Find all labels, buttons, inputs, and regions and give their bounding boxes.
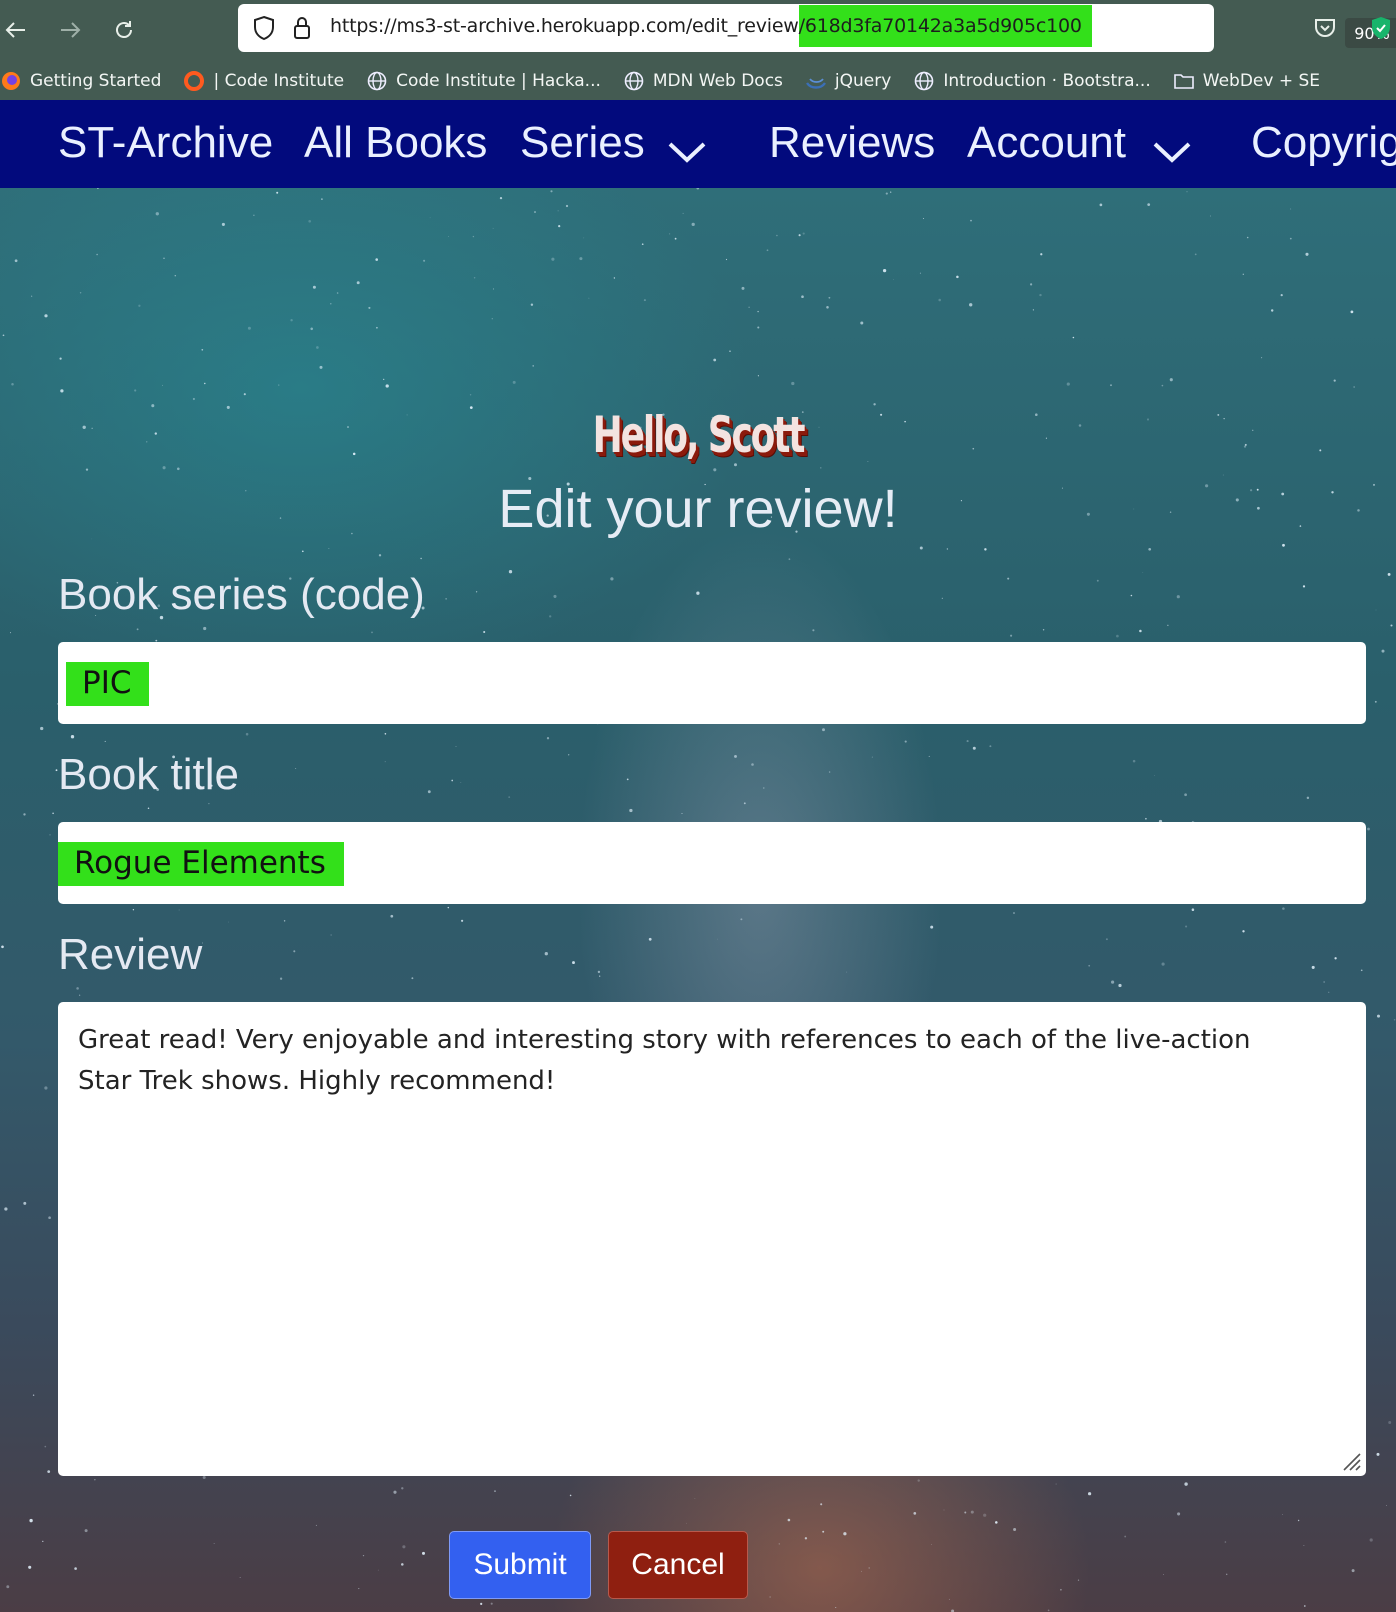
chevron-down-icon[interactable]: [667, 140, 707, 164]
forward-arrow-icon: [61, 22, 81, 38]
bookmark-mdn[interactable]: MDN Web Docs: [623, 70, 783, 92]
globe-icon: [366, 70, 388, 92]
browser-toolbar: https://ms3-st-archive.herokuapp.com/edi…: [0, 0, 1396, 100]
series-input[interactable]: PIC: [58, 642, 1366, 724]
nav-series[interactable]: Series: [520, 118, 645, 168]
bookmark-label: jQuery: [834, 71, 892, 91]
greeting-heading: Hello, Scott: [592, 406, 806, 464]
site-navbar: ST-Archive All Books Series Reviews Acco…: [0, 100, 1396, 188]
jquery-icon: [805, 70, 827, 92]
resize-grip-icon[interactable]: [1340, 1450, 1362, 1472]
nav-copyright[interactable]: Copyrig: [1251, 118, 1396, 168]
globe-icon: [913, 70, 935, 92]
reload-icon: [116, 21, 132, 38]
chevron-down-icon[interactable]: [1152, 140, 1192, 164]
title-value: Rogue Elements: [58, 842, 344, 886]
bookmark-code-institute-hackathon[interactable]: Code Institute | Hacka...: [366, 70, 601, 92]
globe-icon: [623, 70, 645, 92]
starfield-background: Hello, Scott Edit your review! Book seri…: [0, 188, 1396, 1612]
nav-account[interactable]: Account: [967, 118, 1126, 168]
bookmark-code-institute[interactable]: | Code Institute: [183, 70, 344, 92]
folder-icon: [1173, 70, 1195, 92]
page-subtitle: Edit your review!: [498, 479, 898, 539]
pocket-icon[interactable]: [1313, 16, 1337, 40]
review-text: Great read! Very enjoyable and interesti…: [78, 1025, 1251, 1096]
bookmark-label: MDN Web Docs: [652, 71, 783, 91]
extension-shield-icon[interactable]: [1370, 16, 1392, 40]
submit-button[interactable]: Submit: [449, 1531, 591, 1599]
code-institute-icon: [183, 70, 205, 92]
cancel-button[interactable]: Cancel: [608, 1531, 748, 1599]
bookmark-label: WebDev + SE: [1202, 71, 1321, 91]
forward-button[interactable]: [50, 10, 90, 50]
bookmark-label: Getting Started: [30, 71, 162, 91]
firefox-icon: [0, 70, 22, 92]
review-textarea[interactable]: Great read! Very enjoyable and interesti…: [58, 1002, 1366, 1476]
url-highlight: /618d3fa70142a3a5d905c100: [798, 5, 1092, 47]
series-value: PIC: [66, 662, 150, 706]
address-bar[interactable]: https://ms3-st-archive.herokuapp.com/edi…: [238, 4, 1396, 52]
lock-icon[interactable]: [292, 15, 312, 41]
url-prefix: https://ms3-st-archive.herokuapp.com/edi…: [330, 15, 799, 37]
nav-all-books[interactable]: All Books: [304, 118, 487, 168]
bookmark-bootstrap[interactable]: Introduction · Bootstra...: [913, 70, 1151, 92]
bookmark-label: | Code Institute: [213, 71, 345, 91]
tracking-shield-icon[interactable]: [252, 15, 276, 41]
bookmark-getting-started[interactable]: Getting Started: [0, 70, 161, 92]
bookmarks-bar: Getting Started | Code Institute Code In…: [0, 66, 1396, 96]
title-input[interactable]: Rogue Elements: [58, 822, 1366, 904]
series-label: Book series (code): [58, 570, 425, 619]
bookmark-label: Code Institute | Hacka...: [396, 71, 601, 91]
nav-brand[interactable]: ST-Archive: [58, 118, 273, 168]
url-text[interactable]: https://ms3-st-archive.herokuapp.com/edi…: [330, 5, 1092, 47]
bookmark-label: Introduction · Bootstra...: [943, 71, 1151, 91]
back-button[interactable]: [0, 10, 36, 50]
bookmark-jquery[interactable]: jQuery: [805, 70, 891, 92]
bookmark-folder-webdev[interactable]: WebDev + SE: [1173, 70, 1320, 92]
back-arrow-icon: [5, 22, 25, 38]
reload-button[interactable]: [104, 10, 144, 50]
nav-reviews[interactable]: Reviews: [769, 118, 935, 168]
title-label: Book title: [58, 750, 239, 799]
review-label: Review: [58, 930, 203, 979]
